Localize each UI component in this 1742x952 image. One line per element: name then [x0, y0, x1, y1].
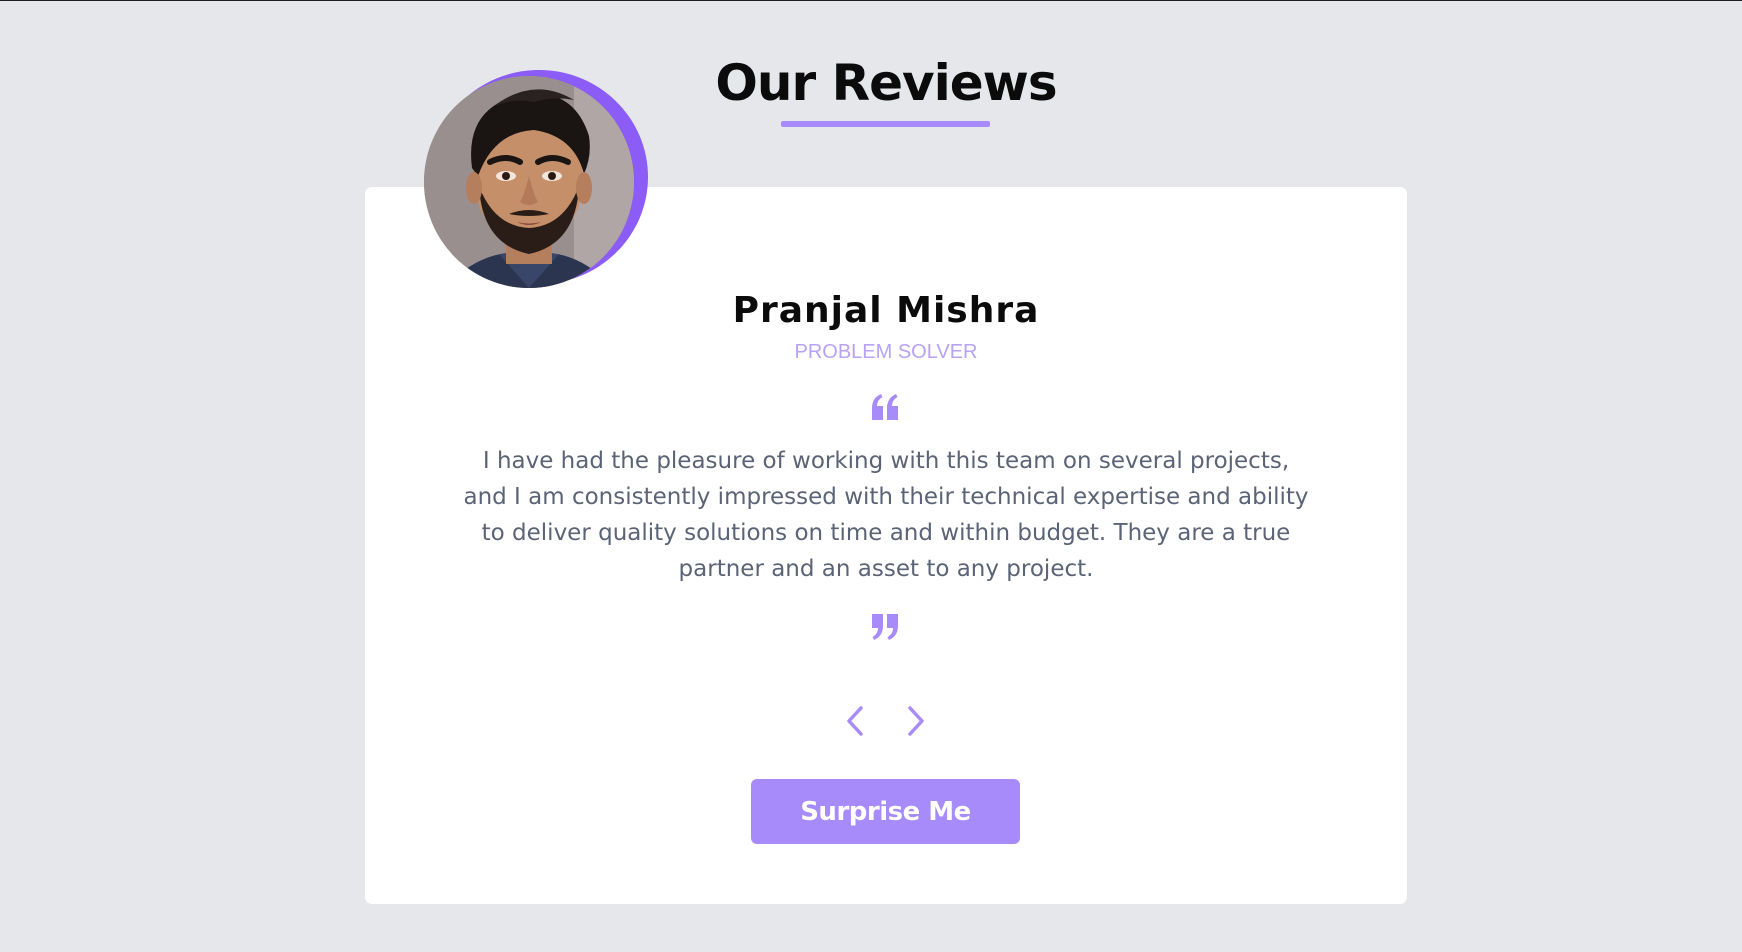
next-review-button[interactable]: [902, 703, 930, 739]
avatar: [424, 76, 634, 288]
top-border: [0, 0, 1742, 1]
quote-right-icon: [870, 614, 900, 640]
review-text: I have had the pleasure of working with …: [463, 448, 1309, 582]
reviewer-name: Pranjal Mishra: [732, 290, 1040, 331]
chevron-right-icon: [908, 706, 924, 736]
portrait-photo: [424, 76, 634, 288]
page-title: Our Reviews: [715, 54, 1057, 112]
quote-left-icon: [870, 394, 900, 420]
reviewer-role: Problem Solver: [794, 341, 978, 363]
prev-review-button[interactable]: [841, 703, 869, 739]
avatar-container: [424, 70, 648, 288]
surprise-me-button[interactable]: Surprise Me: [751, 779, 1020, 844]
chevron-left-icon: [847, 706, 863, 736]
title-underline: [781, 121, 990, 127]
